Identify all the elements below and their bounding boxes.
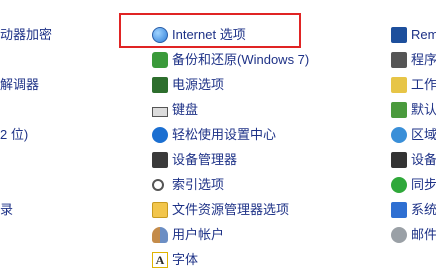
indexing-options-link[interactable]: 索引选项	[152, 173, 224, 197]
fonts-icon: A	[152, 252, 168, 268]
device-manager-link[interactable]: 设备管理器	[152, 148, 237, 172]
backup-restore-label: 备份和还原(Windows 7)	[172, 52, 310, 67]
region-label: 区域	[411, 127, 436, 142]
user-accounts-link[interactable]: 用户帐户	[152, 223, 224, 247]
left-item-label: 2 位)	[0, 127, 29, 142]
work-folders-label: 工作	[411, 77, 436, 92]
indexing-options-icon	[152, 179, 164, 191]
remoteapp-link[interactable]: Rem	[391, 23, 436, 47]
left-item-drive-encryption[interactable]: 动器加密	[0, 23, 52, 47]
highlight-box	[119, 13, 301, 48]
programs-icon	[391, 52, 407, 68]
fonts-label: 字体	[172, 252, 199, 267]
devices-printers-label: 设备	[411, 152, 436, 167]
control-panel-all-items: 动器加密 解调器 2 位) 录 Internet 选项 备份和还原(Window…	[0, 0, 436, 276]
device-manager-icon	[152, 152, 168, 168]
system-label: 系统	[411, 202, 436, 217]
file-explorer-options-icon	[152, 202, 168, 218]
left-item-label: 动器加密	[0, 27, 53, 42]
file-explorer-options-label: 文件资源管理器选项	[172, 202, 290, 217]
backup-restore-icon	[152, 52, 168, 68]
mail-icon	[391, 227, 407, 243]
mail-link[interactable]: 邮件	[391, 223, 436, 247]
user-accounts-icon	[152, 227, 168, 243]
sync-center-label: 同步	[411, 177, 436, 192]
fonts-link[interactable]: A 字体	[152, 248, 198, 272]
programs-label: 程序	[411, 52, 436, 67]
left-item-label: 解调器	[0, 77, 40, 92]
keyboard-link[interactable]: 键盘	[152, 98, 198, 122]
device-manager-label: 设备管理器	[172, 152, 238, 167]
power-options-label: 电源选项	[172, 77, 225, 92]
power-options-link[interactable]: 电源选项	[152, 73, 224, 97]
devices-printers-link[interactable]: 设备	[391, 148, 436, 172]
sync-center-link[interactable]: 同步	[391, 173, 436, 197]
backup-restore-link[interactable]: 备份和还原(Windows 7)	[152, 48, 309, 72]
devices-printers-icon	[391, 152, 407, 168]
user-accounts-label: 用户帐户	[172, 227, 225, 242]
remoteapp-label: Rem	[411, 27, 436, 42]
work-folders-icon	[391, 77, 407, 93]
ease-of-access-label: 轻松使用设置中心	[172, 127, 277, 142]
ease-of-access-icon	[152, 127, 168, 143]
keyboard-icon	[152, 106, 168, 117]
region-icon	[391, 127, 407, 143]
sync-center-icon	[391, 177, 407, 193]
left-item-modem[interactable]: 解调器	[0, 73, 39, 97]
programs-link[interactable]: 程序	[391, 48, 436, 72]
mail-label: 邮件	[411, 227, 436, 242]
file-explorer-options-link[interactable]: 文件资源管理器选项	[152, 198, 289, 222]
left-item-bit[interactable]: 2 位)	[0, 123, 28, 147]
default-programs-icon	[391, 102, 407, 118]
region-link[interactable]: 区域	[391, 123, 436, 147]
power-options-icon	[152, 77, 168, 93]
left-item-label: 录	[0, 202, 14, 217]
left-item-record[interactable]: 录	[0, 198, 13, 222]
default-programs-link[interactable]: 默认	[391, 98, 436, 122]
remoteapp-icon	[391, 27, 407, 43]
system-link[interactable]: 系统	[391, 198, 436, 222]
default-programs-label: 默认	[411, 102, 436, 117]
work-folders-link[interactable]: 工作	[391, 73, 436, 97]
keyboard-label: 键盘	[172, 102, 199, 117]
indexing-options-label: 索引选项	[172, 177, 225, 192]
ease-of-access-link[interactable]: 轻松使用设置中心	[152, 123, 276, 147]
system-icon	[391, 202, 407, 218]
